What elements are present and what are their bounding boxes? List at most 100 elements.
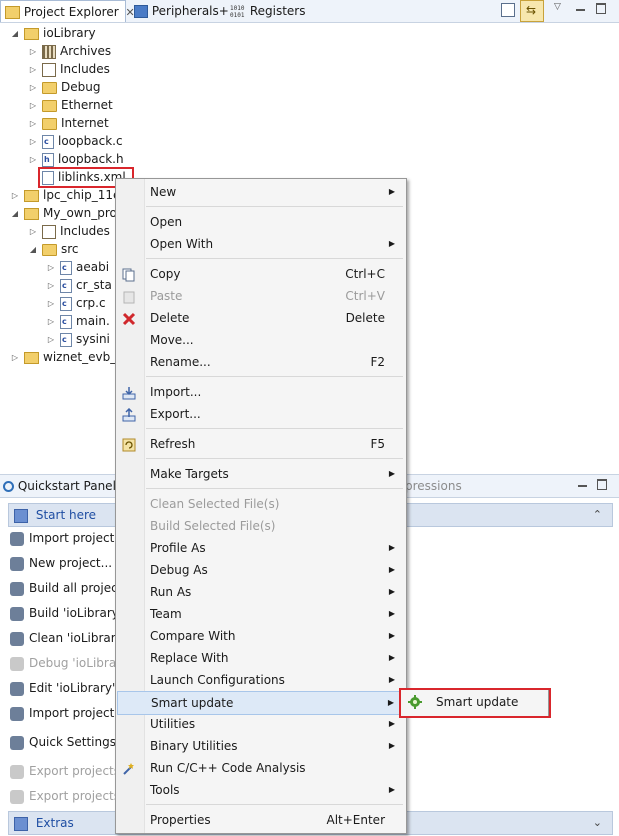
minimize-icon[interactable] bbox=[576, 9, 585, 11]
collapse-all-icon[interactable] bbox=[501, 3, 515, 17]
menu-item-team[interactable]: Team ▶ bbox=[117, 603, 405, 625]
tree-item-label: main. bbox=[76, 314, 110, 328]
menu-item-rename[interactable]: Rename... F2 bbox=[117, 351, 405, 373]
quickstart-item-import-project-s[interactable]: Import project(s bbox=[10, 701, 125, 725]
expand-toggle-icon[interactable]: ▷ bbox=[28, 97, 38, 115]
quickstart-item-new-project[interactable]: New project... bbox=[10, 551, 112, 575]
export-icon bbox=[10, 764, 24, 779]
expand-toggle-icon[interactable]: ▷ bbox=[46, 295, 56, 313]
collapse-section-icon[interactable]: ⌃ bbox=[593, 504, 602, 526]
tree-item[interactable]: ▷ Includes bbox=[28, 222, 110, 240]
quickstart-item-label: Build all project bbox=[29, 581, 123, 595]
tab-project-explorer[interactable]: Project Explorer ✕ bbox=[0, 0, 135, 22]
quickstart-item-build-iolibrary[interactable]: Build 'ioLibrary' bbox=[10, 601, 122, 625]
menu-item-label: Replace With bbox=[150, 651, 229, 665]
quickstart-item-export-projects[interactable]: Export projects bbox=[10, 784, 120, 808]
expand-toggle-icon[interactable]: ▷ bbox=[46, 259, 56, 277]
menu-item-tools[interactable]: Tools ▶ bbox=[117, 779, 405, 801]
menu-item-delete[interactable]: Delete Delete bbox=[117, 307, 405, 329]
menu-item-profile-as[interactable]: Profile As ▶ bbox=[117, 537, 405, 559]
tree-item[interactable]: ▷ c crp.c bbox=[46, 294, 106, 312]
quickstart-item-label: Import project(s bbox=[29, 531, 126, 545]
view-menu-icon[interactable]: ▽ bbox=[554, 2, 561, 12]
quickstart-item-build-all-project[interactable]: Build all project bbox=[10, 576, 122, 600]
expand-toggle-icon[interactable]: ▷ bbox=[46, 313, 56, 331]
expand-toggle-icon[interactable]: ▷ bbox=[46, 277, 56, 295]
menu-item-label: Make Targets bbox=[150, 467, 229, 481]
tree-item[interactable]: ▷ h loopback.h bbox=[28, 150, 124, 168]
tree-item[interactable]: ▷ c sysini bbox=[46, 330, 110, 348]
tree-item-label: aeabi bbox=[76, 260, 110, 274]
tree-item[interactable]: ▷ c aeabi bbox=[46, 258, 109, 276]
menu-item-paste[interactable]: Paste Ctrl+V bbox=[117, 285, 405, 307]
tree-item[interactable]: ▷ Internet bbox=[28, 114, 109, 132]
quickstart-item-quick-settings[interactable]: Quick Settings bbox=[10, 730, 116, 754]
expand-toggle-icon[interactable]: ▷ bbox=[28, 61, 38, 79]
tree-item[interactable]: ▷ Archives bbox=[28, 42, 111, 60]
expand-toggle-icon[interactable]: ▷ bbox=[46, 331, 56, 349]
collapse-toggle-icon[interactable]: ◢ bbox=[10, 25, 20, 43]
collapse-toggle-icon[interactable]: ◢ bbox=[28, 241, 38, 259]
tree-item-label: loopback.c bbox=[58, 134, 123, 148]
menu-item-launch-configurations[interactable]: Launch Configurations ▶ bbox=[117, 669, 405, 691]
quickstart-item-export-projects[interactable]: Export projects bbox=[10, 759, 120, 783]
quickstart-item-import-project-s[interactable]: Import project(s bbox=[10, 526, 125, 550]
tab-expressions[interactable]: pressions bbox=[405, 475, 462, 497]
menu-item-properties[interactable]: Properties Alt+Enter bbox=[117, 809, 405, 831]
menu-item-import[interactable]: Import... bbox=[117, 381, 405, 403]
tree-item[interactable]: ▷ Debug bbox=[28, 78, 101, 97]
minimize-icon[interactable] bbox=[578, 485, 587, 487]
quickstart-item-clean-iolibrary[interactable]: Clean 'ioLibrary bbox=[10, 626, 123, 650]
menu-item-run-as[interactable]: Run As ▶ bbox=[117, 581, 405, 603]
menu-item-utilities[interactable]: Utilities ▶ bbox=[117, 713, 405, 735]
menu-item-open-with[interactable]: Open With ▶ bbox=[117, 233, 405, 255]
tree-item-label: sysini bbox=[76, 332, 110, 346]
menu-item-clean-selected-file-s[interactable]: Clean Selected File(s) bbox=[117, 493, 405, 515]
menu-item-smart-update[interactable]: Smart update ▶ bbox=[117, 691, 405, 715]
menu-item-debug-as[interactable]: Debug As ▶ bbox=[117, 559, 405, 581]
expand-toggle-icon[interactable]: ▷ bbox=[28, 43, 38, 61]
menu-item-open[interactable]: Open bbox=[117, 211, 405, 233]
expand-toggle-icon[interactable]: ▷ bbox=[28, 151, 38, 169]
tree-item[interactable]: ▷ c main. bbox=[46, 312, 110, 330]
tree-item[interactable]: ▷ c cr_sta bbox=[46, 276, 112, 294]
menu-item-replace-with[interactable]: Replace With ▶ bbox=[117, 647, 405, 669]
link-with-editor-icon[interactable]: ⇆ bbox=[520, 0, 544, 22]
maximize-icon[interactable] bbox=[596, 3, 606, 14]
tab-peripherals[interactable]: Peripherals+ bbox=[134, 0, 229, 22]
tree-item[interactable]: ▷ wiznet_evb_v bbox=[10, 348, 123, 366]
menu-item-binary-utilities[interactable]: Binary Utilities ▶ bbox=[117, 735, 405, 757]
tree-item[interactable]: ◢ ioLibrary bbox=[10, 24, 96, 42]
expand-toggle-icon[interactable]: ▷ bbox=[28, 223, 38, 241]
menu-item-refresh[interactable]: Refresh F5 bbox=[117, 433, 405, 455]
quickstart-item-debug-iolibrar[interactable]: Debug 'ioLibrar bbox=[10, 651, 121, 675]
collapse-toggle-icon[interactable]: ◢ bbox=[10, 205, 20, 223]
menu-item-move[interactable]: Move... bbox=[117, 329, 405, 351]
menu-item-label: Paste bbox=[150, 289, 183, 303]
expand-toggle-icon[interactable]: ▷ bbox=[28, 79, 38, 97]
expand-toggle-icon[interactable]: ▷ bbox=[10, 349, 20, 367]
expand-toggle-icon[interactable]: ▷ bbox=[28, 115, 38, 133]
menu-item-run-c-c-code-analysis[interactable]: Run C/C++ Code Analysis bbox=[117, 757, 405, 779]
menu-item-make-targets[interactable]: Make Targets ▶ bbox=[117, 463, 405, 485]
menu-item-export[interactable]: Export... bbox=[117, 403, 405, 425]
tree-item[interactable]: ▷ Ethernet bbox=[28, 96, 113, 114]
expand-toggle-icon[interactable]: ▷ bbox=[28, 133, 38, 151]
tree-item[interactable]: ▷ c loopback.c bbox=[28, 132, 123, 150]
tree-item[interactable]: ▷ lpc_chip_11e bbox=[10, 186, 120, 204]
menu-item-build-selected-file-s[interactable]: Build Selected File(s) bbox=[117, 515, 405, 537]
expand-toggle-icon[interactable]: ▷ bbox=[10, 187, 20, 205]
tree-item[interactable]: ◢ My_own_pro bbox=[10, 204, 117, 222]
tab-quickstart-panel[interactable]: Quickstart Panel bbox=[3, 475, 116, 497]
menu-item-copy[interactable]: Copy Ctrl+C bbox=[117, 263, 405, 285]
tree-item[interactable]: ▷ Includes bbox=[28, 60, 110, 78]
tab-registers[interactable]: 1010 0101 Registers bbox=[230, 0, 306, 22]
menu-item-compare-with[interactable]: Compare With ▶ bbox=[117, 625, 405, 647]
quickstart-item-edit-iolibrary-p[interactable]: Edit 'ioLibrary' p bbox=[10, 676, 127, 700]
menu-item-label: Run As bbox=[150, 585, 192, 599]
tree-item[interactable]: ◢ src bbox=[28, 240, 79, 258]
menu-item-new[interactable]: New ▶ bbox=[117, 181, 405, 203]
expand-section-icon[interactable]: ⌄ bbox=[593, 812, 602, 834]
maximize-icon[interactable] bbox=[597, 479, 607, 490]
tree-item-label: lpc_chip_11e bbox=[43, 188, 121, 202]
